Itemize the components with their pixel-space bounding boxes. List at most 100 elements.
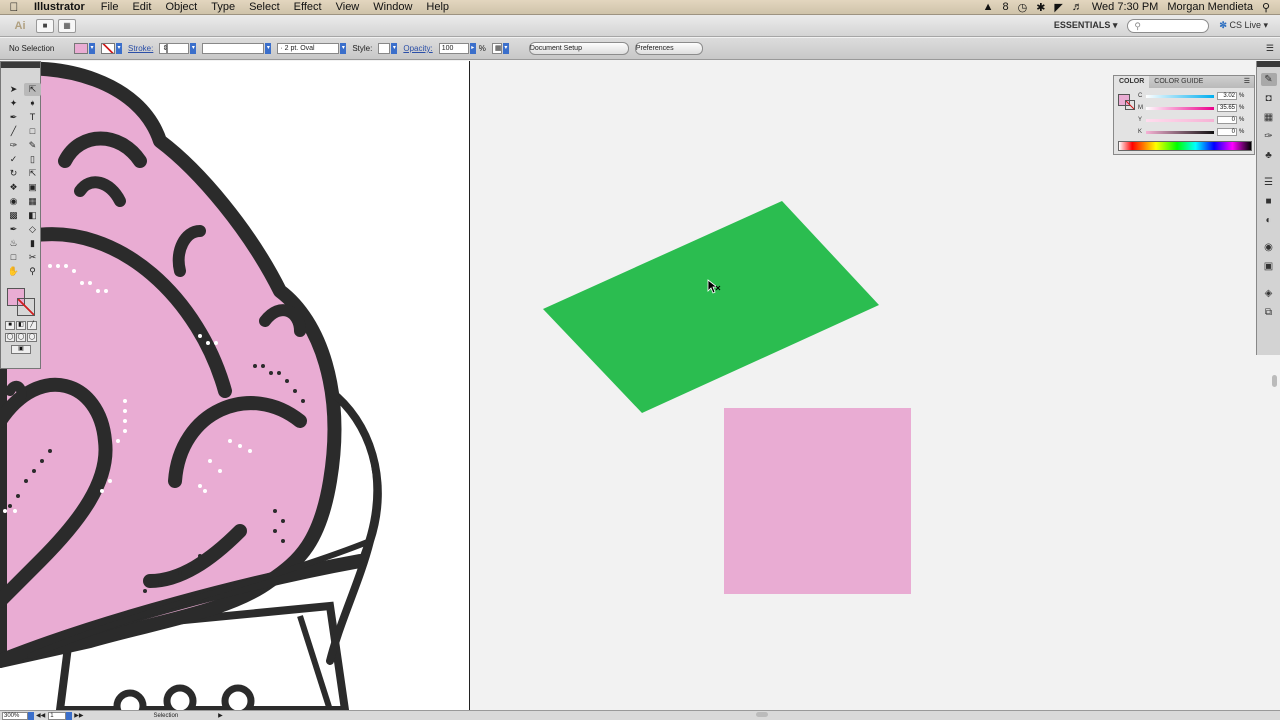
menu-type[interactable]: Type [204,1,242,13]
hand-tool-icon[interactable]: ✋ [5,265,22,278]
pink-square[interactable] [724,408,911,594]
opacity-dropdown-icon[interactable]: ▸ [469,43,476,54]
eyedropper-tool-icon[interactable]: ✒ [5,223,22,236]
pencil-tool-icon[interactable]: ✎ [24,139,41,152]
status-menu-icon[interactable]: ▶ [218,712,223,719]
artboard-number-field[interactable]: 1 [48,711,67,720]
tab-color-guide[interactable]: COLOR GUIDE [1149,76,1208,88]
menu-app-name[interactable]: Illustrator [28,1,94,13]
arrange-documents-button[interactable]: ▦ [58,18,76,33]
color-guide-icon[interactable]: ◘ [1261,92,1277,105]
fill-stroke-control[interactable] [5,286,39,318]
opacity-input[interactable]: 100 [438,43,469,54]
menu-help[interactable]: Help [419,1,456,13]
recolor-icon[interactable]: ▦ [491,43,502,54]
stroke-weight-stepper[interactable]: ⇕ [159,43,168,54]
stroke-dropdown-icon[interactable]: ▾ [116,43,122,54]
wifi-icon[interactable]: ◤ [1054,1,1062,14]
tab-color[interactable]: COLOR [1114,76,1150,88]
left-document-canvas[interactable] [0,61,469,710]
fill-color-control[interactable]: ▾ [74,43,95,54]
blend-tool-icon[interactable]: ◇ [24,223,41,236]
perspective-grid-tool-icon[interactable]: ▦ [24,195,41,208]
help-search-input[interactable]: ⚲ [1127,18,1210,33]
type-tool-icon[interactable]: T [24,111,41,124]
stroke-color-box[interactable] [17,298,35,316]
stroke-panel-icon[interactable]: ☰ [1261,176,1277,189]
menu-window[interactable]: Window [366,1,419,13]
brush-definition[interactable]: · 2 pt. Oval ▾ [277,43,347,54]
graphic-style-control[interactable]: ▾ [378,43,398,54]
line-tool-icon[interactable]: ╱ [5,125,22,138]
gradient-panel-icon[interactable]: ■ [1261,195,1277,208]
magenta-slider[interactable] [1146,106,1214,110]
slice-tool-icon[interactable]: ✂ [24,251,41,264]
eraser-tool-icon[interactable]: ▯ [24,153,41,166]
column-graph-tool-icon[interactable]: ▮ [24,237,41,250]
cyan-input[interactable]: 3.02 [1217,92,1237,100]
magenta-input[interactable]: 35.65 [1217,104,1237,112]
color-mode-button[interactable]: ■ [5,321,15,330]
brush-dropdown-icon[interactable]: ▾ [340,43,347,54]
stroke-label[interactable]: Stroke: [128,44,153,53]
draw-normal-button[interactable]: ◯ [5,333,15,342]
artboards-icon[interactable]: ⧉ [1261,306,1277,319]
recolor-dropdown-icon[interactable]: ▾ [502,43,509,54]
recolor-control[interactable]: ▦ ▾ [491,43,509,54]
adobe-status-icon[interactable]: ▲ [983,1,994,13]
black-input[interactable]: 0 [1217,128,1237,136]
cs-live-button[interactable]: ✼ CS Live ▾ [1219,20,1268,31]
rectangle-tool-icon[interactable]: □ [24,125,41,138]
brush-field[interactable]: · 2 pt. Oval [277,43,340,54]
user-name[interactable]: Morgan Mendieta [1167,1,1253,13]
width-profile-dropdown-icon[interactable]: ▾ [265,43,272,54]
apple-icon[interactable]:  [0,0,28,14]
free-transform-tool-icon[interactable]: ▣ [24,181,41,194]
rotate-tool-icon[interactable]: ↻ [5,167,22,180]
next-artboard-icon[interactable]: ▶▶ [74,712,83,719]
paintbrush-tool-icon[interactable]: ✑ [5,139,22,152]
brushes-icon[interactable]: ✑ [1261,130,1277,143]
opacity-control[interactable]: 100 ▸ % [438,43,486,54]
first-artboard-icon[interactable]: ◀◀ [36,712,45,719]
control-bar-menu-icon[interactable]: ☰ [1266,43,1274,54]
screen-mode-button[interactable]: ▣ [11,345,31,354]
gradient-mode-button[interactable]: ◧ [16,321,26,330]
menu-file[interactable]: File [94,1,126,13]
none-mode-button[interactable]: ╱ [27,321,37,330]
swatches-icon[interactable]: ▦ [1261,111,1277,124]
menu-edit[interactable]: Edit [125,1,158,13]
dock-grip[interactable] [1257,61,1280,67]
magic-wand-tool-icon[interactable]: ✦ [5,97,22,110]
bluetooth-icon[interactable]: ✱ [1036,1,1045,14]
artboard-shapes[interactable] [470,61,1256,710]
gradient-tool-icon[interactable]: ◧ [24,209,41,222]
stroke-swatch[interactable] [101,43,115,54]
menu-effect[interactable]: Effect [287,1,329,13]
menu-select[interactable]: Select [242,1,287,13]
cyan-slider[interactable] [1146,94,1214,98]
vertical-scrollbar[interactable] [1272,375,1277,387]
current-tool-status[interactable]: Selection [153,713,178,719]
style-dropdown-icon[interactable]: ▾ [391,43,398,54]
spotlight-search-icon[interactable]: ⚲ [1262,1,1270,14]
draw-behind-button[interactable]: ◯ [16,333,26,342]
fill-swatch[interactable] [74,43,88,54]
direct-selection-tool-icon[interactable]: ⇱ [24,83,41,96]
stroke-weight-field[interactable]: ⇕ ▾ [159,43,197,54]
blob-brush-tool-icon[interactable]: ✓ [5,153,22,166]
transparency-icon[interactable]: ◐ [1261,214,1277,227]
menu-view[interactable]: View [329,1,367,13]
panel-menu-icon[interactable]: ☰ [1244,76,1254,88]
yellow-input[interactable]: 0 [1217,116,1237,124]
artboard-dropdown-icon[interactable] [66,711,73,720]
mesh-tool-icon[interactable]: ▩ [5,209,22,222]
stroke-weight-dropdown-icon[interactable]: ▾ [190,43,197,54]
variable-width-profile[interactable]: ▾ [202,43,272,54]
pen-tool-icon[interactable]: ✒ [5,111,22,124]
stroke-weight-input[interactable] [167,43,190,54]
zoom-tool-icon[interactable]: ⚲ [24,265,41,278]
green-skewed-rectangle[interactable] [543,201,879,413]
width-tool-icon[interactable]: ❖ [5,181,22,194]
zoom-dropdown-icon[interactable] [28,711,34,720]
